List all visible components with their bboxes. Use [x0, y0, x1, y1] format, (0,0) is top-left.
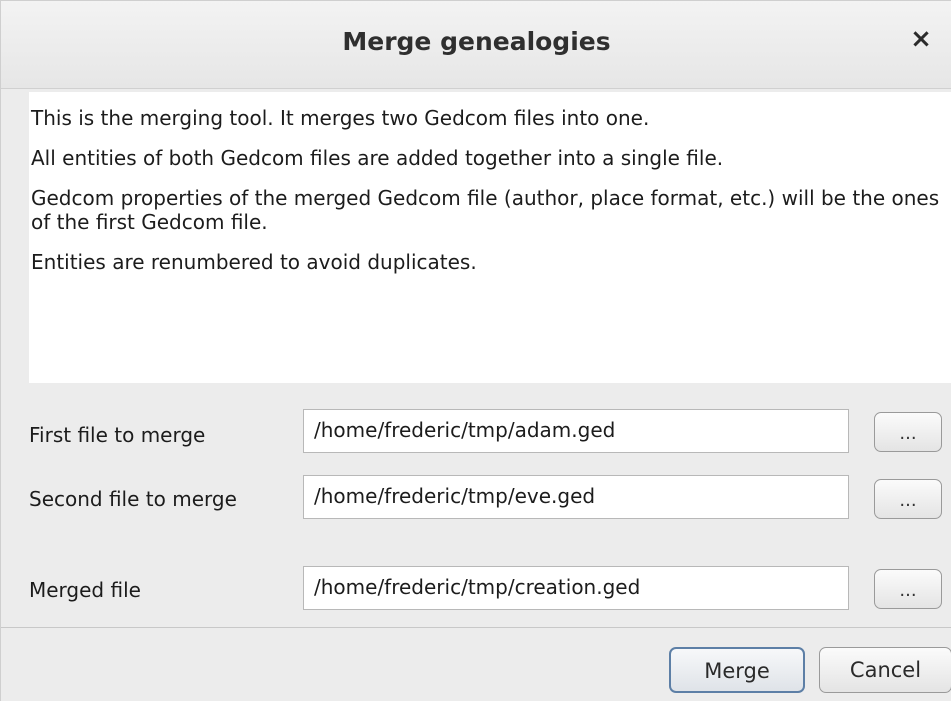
merge-button[interactable]: Merge — [669, 647, 805, 693]
first-file-input[interactable]: /home/frederic/tmp/adam.ged — [303, 409, 849, 453]
second-file-label: Second file to merge — [29, 487, 237, 511]
first-file-label: First file to merge — [29, 423, 206, 447]
dialog-title: Merge genealogies — [342, 27, 611, 56]
info-paragraph: This is the merging tool. It merges two … — [31, 106, 650, 130]
merged-file-input[interactable]: /home/frederic/tmp/creation.ged — [303, 566, 849, 610]
second-file-input[interactable]: /home/frederic/tmp/eve.ged — [303, 475, 849, 519]
info-paragraph: Entities are renumbered to avoid duplica… — [31, 250, 477, 274]
second-file-browse-button[interactable]: ... — [874, 479, 942, 519]
first-file-browse-button[interactable]: ... — [874, 412, 942, 452]
button-bar-divider — [1, 627, 951, 628]
merged-file-label: Merged file — [29, 578, 141, 602]
close-icon[interactable]: × — [906, 23, 936, 55]
cancel-button[interactable]: Cancel — [819, 647, 951, 693]
info-paragraph: Gedcom properties of the merged Gedcom f… — [31, 186, 940, 234]
info-panel: This is the merging tool. It merges two … — [29, 92, 951, 383]
title-bar: Merge genealogies × — [1, 1, 951, 89]
merge-dialog: Merge genealogies × This is the merging … — [0, 0, 951, 701]
merged-file-browse-button[interactable]: ... — [874, 569, 942, 609]
info-paragraph: All entities of both Gedcom files are ad… — [31, 146, 724, 170]
